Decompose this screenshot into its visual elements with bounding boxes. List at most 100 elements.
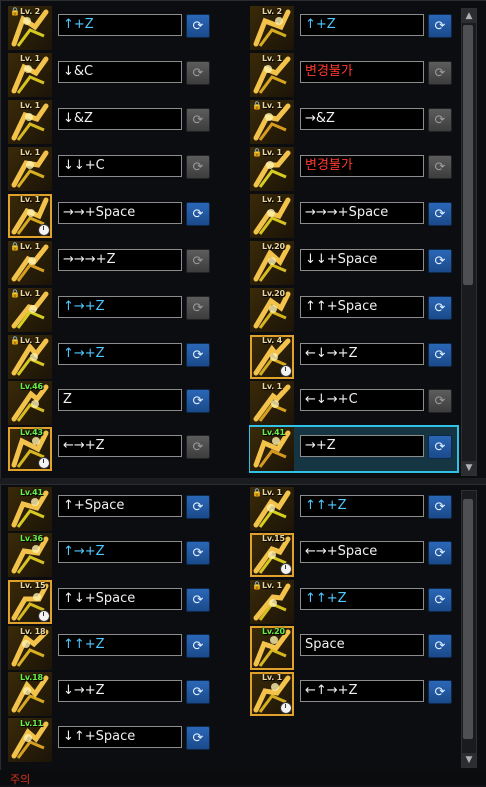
reset-command-button[interactable]: ⟳ (186, 541, 210, 565)
command-field[interactable]: ↑+Z (300, 14, 424, 36)
command-field[interactable]: ↑+Z (58, 14, 182, 36)
skill-row[interactable]: Lv. 1 ←↑→+Z ⟳ (250, 672, 456, 716)
skill-icon[interactable]: Lv.41 (8, 487, 52, 531)
skill-icon[interactable]: 🔒 Lv. 1 (250, 147, 294, 191)
skill-row[interactable]: Lv. 18 ↑↑+Z ⟳ (8, 626, 214, 670)
skill-row[interactable]: Lv. 4 ←↓→+Z ⟳ (250, 335, 456, 379)
command-field[interactable]: ←→+Z (58, 435, 182, 457)
skill-row[interactable]: Lv. 1 →→+Space ⟳ (8, 194, 214, 238)
command-field[interactable]: ↓↑+Space (58, 726, 182, 748)
command-field[interactable]: ↑↑+Z (300, 495, 424, 517)
skill-icon[interactable]: 🔒 Lv. 1 (250, 100, 294, 144)
skill-icon[interactable]: Lv.43 (8, 427, 52, 471)
skill-row[interactable]: Lv.36 ↑→+Z ⟳ (8, 533, 214, 577)
reset-command-button[interactable]: ⟳ (186, 14, 210, 38)
skill-icon[interactable]: Lv.36 (8, 533, 52, 577)
skill-icon[interactable]: Lv.15 (250, 533, 294, 577)
command-field[interactable]: ↑↑+Space (300, 296, 424, 318)
skill-icon[interactable]: 🔒 Lv. 1 (8, 335, 52, 379)
command-field[interactable]: ↑→+Z (58, 296, 182, 318)
scroll-down-icon[interactable]: ▼ (462, 753, 476, 767)
skill-row[interactable]: Lv.41 ↑+Space ⟳ (8, 487, 214, 531)
scroll-thumb-top[interactable] (463, 25, 473, 285)
skill-row[interactable]: Lv.15 ←→+Space ⟳ (250, 533, 456, 577)
command-field[interactable]: Space (300, 634, 424, 656)
skill-icon[interactable]: Lv. 1 (8, 100, 52, 144)
skill-icon[interactable]: Lv.46 (8, 381, 52, 425)
reset-command-button[interactable]: ⟳ (428, 588, 452, 612)
command-field[interactable]: ←↓→+C (300, 389, 424, 411)
skill-row[interactable]: Lv.18 ↓→+Z ⟳ (8, 672, 214, 716)
command-field[interactable]: ↑↑+Z (58, 634, 182, 656)
command-field[interactable]: ↑↓+Space (58, 588, 182, 610)
skill-row[interactable]: 🔒 Lv. 1 ↑→+Z ⟳ (8, 335, 214, 379)
skill-icon[interactable]: Lv. 1 (250, 194, 294, 238)
command-field[interactable]: ↓&C (58, 61, 182, 83)
reset-command-button[interactable]: ⟳ (428, 249, 452, 273)
scroll-up-icon[interactable]: ▲ (462, 9, 476, 23)
command-field[interactable]: →→→+Space (300, 202, 424, 224)
skill-row[interactable]: Lv. 1 →→→+Space ⟳ (250, 194, 456, 238)
skill-row[interactable]: Lv. 1 ↓&C ⟳ (8, 53, 214, 97)
skill-icon[interactable]: Lv. 1 (8, 147, 52, 191)
skill-icon[interactable]: Lv.41 (250, 427, 294, 471)
command-field[interactable]: ↓↓+C (58, 155, 182, 177)
reset-command-button[interactable]: ⟳ (428, 14, 452, 38)
reset-command-button[interactable]: ⟳ (186, 634, 210, 658)
skill-icon[interactable]: Lv. 1 (250, 381, 294, 425)
reset-command-button[interactable]: ⟳ (186, 389, 210, 413)
reset-command-button[interactable]: ⟳ (428, 296, 452, 320)
skill-icon[interactable]: Lv. 15 (8, 580, 52, 624)
reset-command-button[interactable]: ⟳ (186, 495, 210, 519)
skill-icon[interactable]: Lv. 1 (250, 672, 294, 716)
skill-icon[interactable]: 🔒 Lv. 2 (8, 6, 52, 50)
skill-icon[interactable]: Lv. 1 (8, 194, 52, 238)
reset-command-button[interactable]: ⟳ (428, 634, 452, 658)
skill-row[interactable]: 🔒 Lv. 1 ↑↑+Z ⟳ (250, 580, 456, 624)
reset-command-button[interactable]: ⟳ (428, 495, 452, 519)
command-field[interactable]: ↓→+Z (58, 680, 182, 702)
command-field[interactable]: →&Z (300, 108, 424, 130)
reset-command-button[interactable]: ⟳ (428, 541, 452, 565)
command-field[interactable]: ←→+Space (300, 541, 424, 563)
command-field[interactable]: Z (58, 389, 182, 411)
skill-row[interactable]: Lv. 15 ↑↓+Space ⟳ (8, 580, 214, 624)
command-field[interactable]: 변경불가 (300, 61, 424, 83)
skill-row[interactable]: Lv. 1 변경불가 ⟳ (250, 53, 456, 97)
skill-icon[interactable]: 🔒 Lv. 1 (250, 487, 294, 531)
skill-row[interactable]: Lv.46 Z ⟳ (8, 381, 214, 425)
skill-row[interactable]: Lv. 1 ←↓→+C ⟳ (250, 381, 456, 425)
reset-command-button[interactable]: ⟳ (428, 680, 452, 704)
skill-row[interactable]: Lv.41 →+Z ⟳ (250, 427, 456, 471)
skill-icon[interactable]: Lv.20 (250, 626, 294, 670)
skill-row[interactable]: 🔒 Lv. 1 변경불가 ⟳ (250, 147, 456, 191)
command-field[interactable]: ←↓→+Z (300, 343, 424, 365)
skill-row[interactable]: Lv.20 Space ⟳ (250, 626, 456, 670)
reset-command-button[interactable]: ⟳ (186, 726, 210, 750)
reset-command-button[interactable]: ⟳ (428, 343, 452, 367)
reset-command-button[interactable]: ⟳ (186, 588, 210, 612)
scroll-thumb-bottom[interactable] (463, 499, 473, 739)
skill-row[interactable]: Lv.11 ↓↑+Space ⟳ (8, 718, 214, 762)
skill-icon[interactable]: Lv. 4 (250, 335, 294, 379)
skill-row[interactable]: 🔒 Lv. 1 →→→+Z ⟳ (8, 241, 214, 285)
skill-row[interactable]: 🔒 Lv. 2 ↑+Z ⟳ (8, 6, 214, 50)
skill-icon[interactable]: Lv. 1 (250, 53, 294, 97)
command-field[interactable]: ↑↑+Z (300, 588, 424, 610)
skill-row[interactable]: Lv. 2 ↑+Z ⟳ (250, 6, 456, 50)
skill-row[interactable]: 🔒 Lv. 1 ↑→+Z ⟳ (8, 288, 214, 332)
skill-row[interactable]: 🔒 Lv. 1 →&Z ⟳ (250, 100, 456, 144)
skill-row[interactable]: Lv.20 ↑↑+Space ⟳ (250, 288, 456, 332)
scrollbar-top[interactable]: ▲ ▼ (461, 8, 477, 476)
command-field[interactable]: ↓&Z (58, 108, 182, 130)
scroll-down-icon[interactable]: ▼ (462, 461, 476, 475)
skill-icon[interactable]: Lv.20 (250, 241, 294, 285)
reset-command-button[interactable]: ⟳ (186, 202, 210, 226)
reset-command-button[interactable]: ⟳ (186, 343, 210, 367)
skill-icon[interactable]: 🔒 Lv. 1 (250, 580, 294, 624)
skill-row[interactable]: Lv. 1 ↓↓+C ⟳ (8, 147, 214, 191)
skill-row[interactable]: Lv.43 ←→+Z ⟳ (8, 427, 214, 471)
reset-command-button[interactable]: ⟳ (428, 435, 452, 459)
command-field[interactable]: →+Z (300, 435, 424, 457)
command-field[interactable]: →→→+Z (58, 249, 182, 271)
